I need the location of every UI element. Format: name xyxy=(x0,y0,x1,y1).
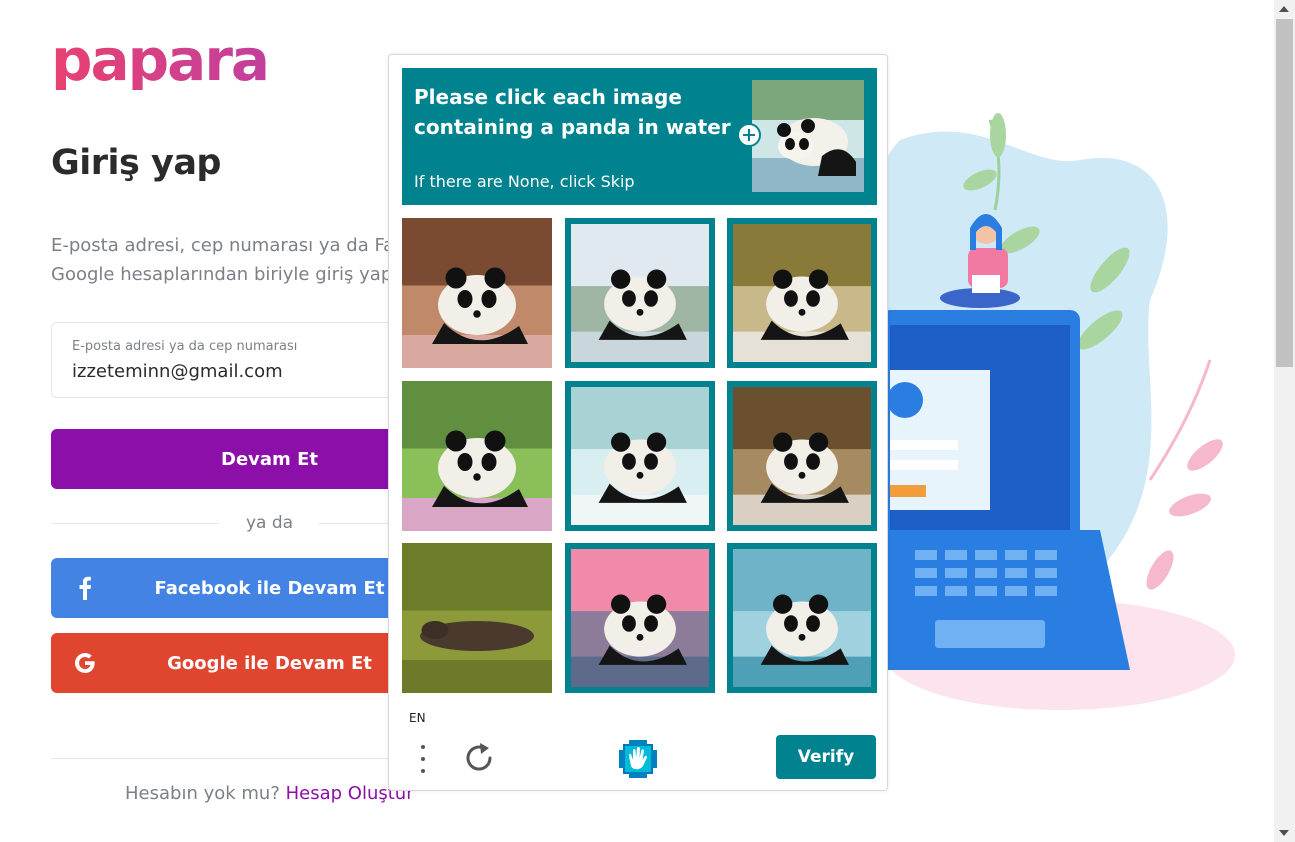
captcha-tile-image xyxy=(570,224,709,362)
verify-button[interactable]: Verify xyxy=(776,735,876,779)
captcha-tile-image xyxy=(733,386,871,525)
captcha-challenge: Please click each image containing a pan… xyxy=(388,54,888,791)
scroll-thumb[interactable] xyxy=(1276,19,1293,367)
captcha-prompt: Please click each image containing a pan… xyxy=(402,68,877,205)
captcha-tile-image xyxy=(402,380,552,531)
signup-prompt: Hesabın yok mu? xyxy=(125,783,280,804)
example-panda-image xyxy=(752,80,864,192)
email-input[interactable] xyxy=(72,361,392,382)
captcha-prompt-subtext: If there are None, click Skip xyxy=(414,172,635,191)
email-field[interactable]: E-posta adresi ya da cep numarası xyxy=(51,322,411,398)
papara-logo[interactable]: papara xyxy=(51,30,270,90)
captcha-tile[interactable] xyxy=(402,380,552,531)
email-field-label: E-posta adresi ya da cep numarası xyxy=(72,339,298,354)
captcha-tile-image xyxy=(570,386,709,525)
captcha-tile-image xyxy=(733,549,871,687)
captcha-tile[interactable] xyxy=(564,218,715,368)
menu-icon[interactable] xyxy=(415,743,431,775)
captcha-image-grid xyxy=(402,218,877,693)
login-illustration xyxy=(860,113,1235,710)
captcha-prompt-text: Please click each image containing a pan… xyxy=(414,85,731,139)
facebook-login-label: Facebook ile Devam Et xyxy=(154,577,385,599)
captcha-tile[interactable] xyxy=(402,543,552,693)
scroll-up-arrow-icon[interactable] xyxy=(1279,6,1289,12)
hcaptcha-logo-icon xyxy=(619,740,657,778)
login-intro: E-posta adresi, cep numarası ya da Fa Go… xyxy=(51,231,431,289)
captcha-tile-image xyxy=(570,549,709,687)
captcha-tile-image xyxy=(402,218,552,368)
signup-row: Hesabın yok mu? Hesap Oluştur xyxy=(125,783,414,804)
refresh-icon[interactable] xyxy=(463,742,495,774)
page-scrollbar[interactable] xyxy=(1274,0,1295,842)
expand-example-icon[interactable] xyxy=(737,123,761,147)
captcha-tile[interactable] xyxy=(727,543,877,693)
language-selector[interactable]: EN xyxy=(409,711,426,725)
captcha-tile[interactable] xyxy=(564,380,715,531)
google-login-label: Google ile Devam Et xyxy=(167,652,372,674)
scroll-down-arrow-icon[interactable] xyxy=(1279,830,1289,836)
captcha-tile[interactable] xyxy=(402,218,552,368)
intro-line-2: Google hesaplarından biriyle giriş yap xyxy=(51,264,393,285)
captcha-tile[interactable] xyxy=(727,380,877,531)
captcha-tile[interactable] xyxy=(727,218,877,368)
google-icon xyxy=(69,647,101,679)
captcha-tile-image xyxy=(733,224,871,362)
facebook-icon xyxy=(69,572,101,604)
intro-line-1: E-posta adresi, cep numarası ya da Fa xyxy=(51,235,395,256)
captcha-tile-image xyxy=(402,543,552,693)
captcha-tile[interactable] xyxy=(564,543,715,693)
page-title: Giriş yap xyxy=(51,143,222,183)
